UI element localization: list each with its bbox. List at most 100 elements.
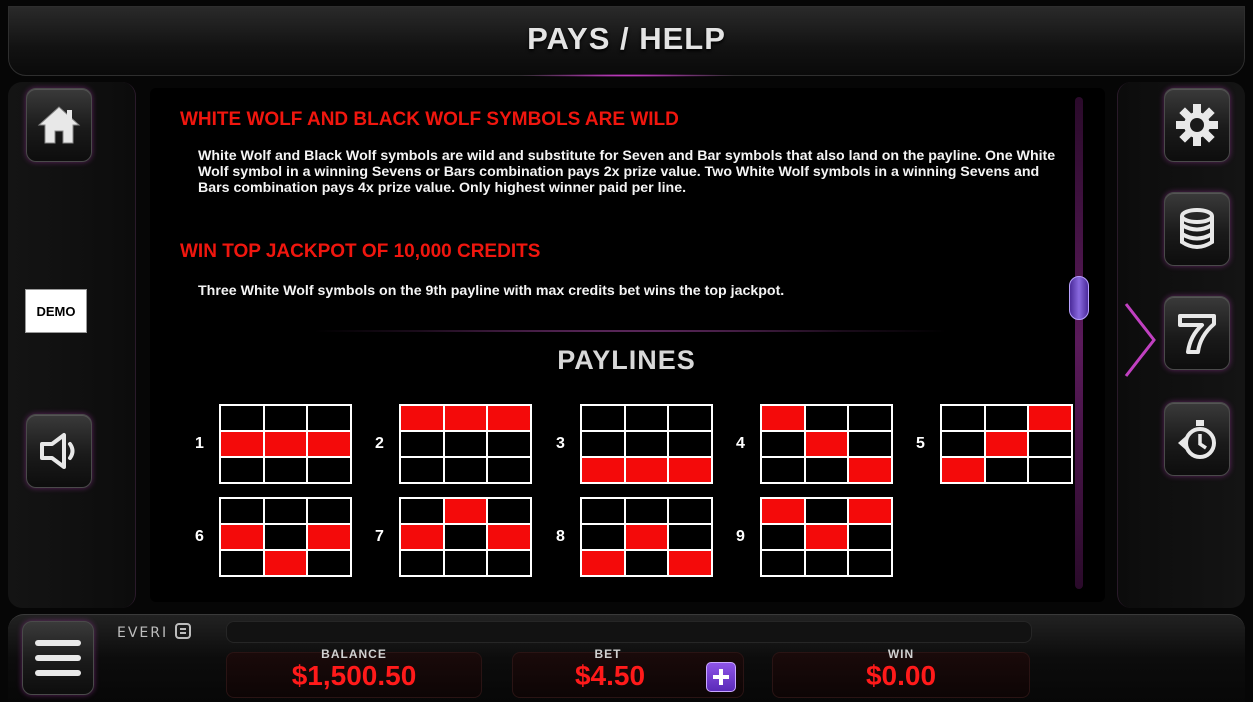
- payline-cell-active: [625, 458, 668, 482]
- payline-cell: [401, 551, 443, 575]
- payline-cell: [942, 432, 984, 456]
- payline-number: 2: [375, 435, 384, 452]
- balance-label: BALANCE: [321, 647, 387, 661]
- payline-cell: [444, 458, 487, 482]
- payline-cell: [762, 458, 804, 482]
- sound-button[interactable]: [26, 414, 92, 488]
- payline-cell-active: [849, 499, 891, 523]
- settings-button[interactable]: [1164, 88, 1230, 162]
- speaker-icon: [40, 433, 75, 469]
- payline-cell: [582, 499, 624, 523]
- payline-cell: [849, 432, 891, 456]
- section-heading-wild: WHITE WOLF AND BLACK WOLF SYMBOLS ARE WI…: [180, 109, 679, 130]
- payline-cell: [488, 458, 530, 482]
- payline-cell-active: [762, 406, 804, 430]
- payline-cell-active: [849, 458, 891, 482]
- plus-icon: [713, 669, 729, 685]
- scrollbar-thumb[interactable]: [1069, 276, 1089, 320]
- payline-cell: [444, 525, 487, 549]
- timer-back-icon: [1178, 420, 1216, 459]
- balance-value: $1,500.50: [291, 660, 417, 691]
- payline-number: 7: [375, 528, 384, 545]
- bet-increase-button[interactable]: [706, 662, 736, 692]
- history-button[interactable]: [1164, 402, 1230, 476]
- payline-cell-active: [221, 525, 263, 549]
- payline-cell-active: [264, 551, 307, 575]
- payline-cell-active: [762, 499, 804, 523]
- payline-cell: [849, 551, 891, 575]
- payline-cell: [669, 406, 711, 430]
- payline-cell: [805, 406, 848, 430]
- win-label: WIN: [887, 647, 915, 661]
- paylines-title: PAYLINES: [557, 345, 696, 375]
- payline-number: 1: [195, 435, 204, 452]
- payline-cell-active: [488, 525, 530, 549]
- payline-cell: [308, 499, 350, 523]
- coin-stack-icon: [1180, 208, 1214, 249]
- payline-cell: [221, 458, 263, 482]
- section-divider: [300, 330, 960, 332]
- bet-value: $4.50: [574, 660, 646, 691]
- title-bar: PAYS / HELP: [8, 6, 1245, 77]
- payline-cell: [985, 406, 1028, 430]
- section-heading-jackpot: WIN TOP JACKPOT OF 10,000 CREDITS: [180, 241, 541, 262]
- payline-cell: [669, 525, 711, 549]
- payline-cell: [849, 406, 891, 430]
- payline-cell-active: [582, 458, 624, 482]
- game-screen: PAYS / HELP DEMO WHITE WOLF AND BLACK WO…: [0, 0, 1253, 702]
- payline-cell: [264, 525, 307, 549]
- payline-cell-active: [221, 432, 263, 456]
- payline-cell: [582, 406, 624, 430]
- payline-cell-active: [625, 525, 668, 549]
- menu-icon-line: [35, 655, 81, 661]
- scrollbar-track[interactable]: [1075, 97, 1083, 589]
- payline-cell: [762, 432, 804, 456]
- payline-cell-active: [401, 406, 443, 430]
- payline-cell: [762, 551, 804, 575]
- bet-button[interactable]: [1164, 192, 1230, 266]
- home-button[interactable]: [26, 88, 92, 162]
- message-bar: [226, 621, 1032, 643]
- payline-cell: [308, 551, 350, 575]
- payline-cell-active: [985, 432, 1028, 456]
- payline-cell: [805, 458, 848, 482]
- payline-diagram: [219, 497, 352, 577]
- payline-cell-active: [942, 458, 984, 482]
- payline-cell: [625, 551, 668, 575]
- payline-cell: [805, 499, 848, 523]
- payline-cell: [264, 499, 307, 523]
- payline-diagram: [580, 404, 713, 484]
- brand-logo: EVERI: [117, 623, 191, 641]
- payline-cell: [264, 458, 307, 482]
- payline-diagram: [760, 497, 893, 577]
- payline-number: 4: [736, 435, 745, 452]
- payline-cell: [488, 551, 530, 575]
- payline-cell: [221, 551, 263, 575]
- payline-cell: [488, 499, 530, 523]
- payline-cell-active: [1029, 406, 1071, 430]
- payline-cell-active: [488, 406, 530, 430]
- payline-cell-active: [805, 432, 848, 456]
- payline-cell: [444, 432, 487, 456]
- payline-cell: [401, 458, 443, 482]
- demo-badge: DEMO: [25, 289, 87, 333]
- payline-cell-active: [582, 551, 624, 575]
- brand-mark-icon: [174, 623, 191, 639]
- payline-cell: [264, 406, 307, 430]
- payline-cell: [488, 432, 530, 456]
- payline-cell: [221, 406, 263, 430]
- menu-button[interactable]: [22, 621, 94, 695]
- payline-cell: [308, 458, 350, 482]
- menu-icon-line: [35, 670, 81, 676]
- payline-cell: [582, 525, 624, 549]
- payline-cell: [1029, 458, 1071, 482]
- payline-cell: [308, 406, 350, 430]
- win-value: $0.00: [865, 660, 937, 691]
- payline-cell: [942, 406, 984, 430]
- payline-cell-active: [308, 525, 350, 549]
- payline-cell-active: [805, 525, 848, 549]
- payline-diagram: [399, 497, 532, 577]
- payline-cell-active: [444, 499, 487, 523]
- payline-cell: [669, 432, 711, 456]
- payline-number: 6: [195, 528, 204, 545]
